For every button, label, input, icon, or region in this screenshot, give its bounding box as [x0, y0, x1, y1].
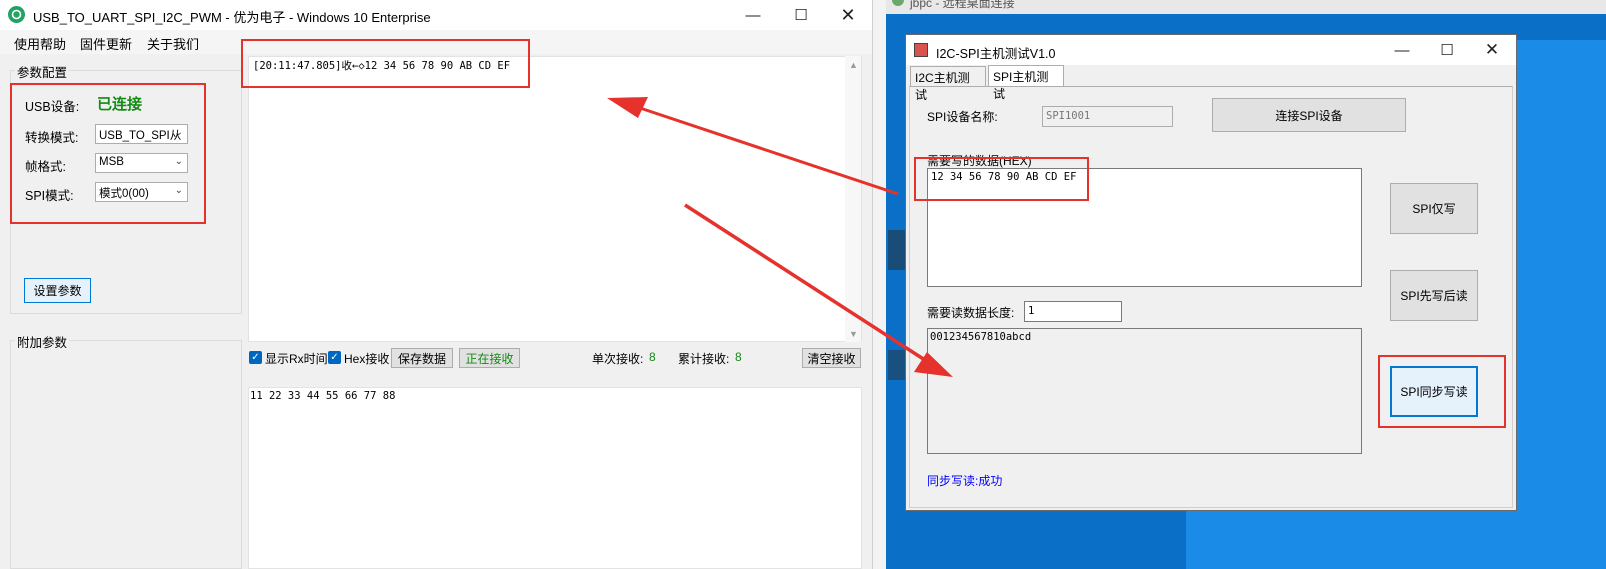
- tab-spi-host-test[interactable]: SPI主机测试: [988, 65, 1064, 101]
- read-data-textarea[interactable]: 001234567810abcd: [927, 328, 1362, 454]
- hex-receive-checkbox[interactable]: ✓: [328, 351, 341, 364]
- read-length-label: 需要读数据长度:: [927, 306, 1015, 320]
- save-data-button[interactable]: 保存数据: [391, 348, 453, 368]
- serial-tool-window: USB_TO_UART_SPI_I2C_PWM - 优为电子 - Windows…: [0, 0, 872, 569]
- title-bar[interactable]: USB_TO_UART_SPI_I2C_PWM - 优为电子 - Windows…: [0, 0, 872, 30]
- extra-params-group: [10, 340, 242, 569]
- window-title: USB_TO_UART_SPI_I2C_PWM - 优为电子 - Windows…: [33, 10, 431, 25]
- single-receive-value: 8: [649, 350, 656, 364]
- send-text: 11 22 33 44 55 66 77 88: [250, 390, 396, 402]
- spi-write-only-label: SPI仅写: [1412, 202, 1456, 216]
- clear-receive-label: 清空接收: [807, 351, 856, 366]
- single-receive-label: 单次接收:: [592, 352, 644, 366]
- receiving-label: 正在接收: [465, 351, 514, 366]
- hex-receive-label: Hex接收: [344, 352, 390, 366]
- receive-scrollbar[interactable]: [845, 56, 861, 342]
- connect-spi-label: 连接SPI设备: [1275, 108, 1343, 123]
- scroll-up-icon[interactable]: ▲: [849, 60, 858, 70]
- close-icon[interactable]: ✕: [1469, 35, 1515, 65]
- menu-about[interactable]: 关于我们: [147, 34, 199, 53]
- window-gap: [872, 0, 886, 569]
- spi-device-label: SPI设备名称:: [927, 110, 998, 124]
- receiving-button[interactable]: 正在接收: [459, 348, 520, 368]
- receive-highlight-box: [241, 39, 530, 88]
- spi-window-title: I2C-SPI主机测试V1.0: [936, 47, 1056, 61]
- total-receive-label: 累计接收:: [678, 352, 730, 366]
- set-params-label: 设置参数: [33, 284, 82, 298]
- spi-device-field: SPI1001: [1042, 106, 1173, 127]
- clear-receive-button[interactable]: 清空接收: [802, 348, 861, 368]
- maximize-icon[interactable]: ☐: [778, 0, 824, 30]
- params-highlight-box: [10, 83, 206, 224]
- show-rx-time-checkbox[interactable]: ✓: [249, 351, 262, 364]
- desktop-icon: [888, 350, 906, 380]
- read-length-value: 1: [1028, 305, 1035, 317]
- app-icon: [8, 6, 25, 23]
- receive-textarea[interactable]: [248, 56, 862, 342]
- params-group-label: 参数配置: [15, 62, 70, 81]
- status-text: 同步写读:成功: [927, 474, 1003, 488]
- connect-spi-button[interactable]: 连接SPI设备: [1212, 98, 1406, 132]
- extra-params-label: 附加参数: [15, 332, 70, 351]
- spi-window-title-bar[interactable]: I2C-SPI主机测试V1.0 — ☐ ✕: [906, 35, 1516, 65]
- minimize-icon[interactable]: —: [1379, 35, 1425, 65]
- spi-write-then-read-label: SPI先写后读: [1400, 289, 1468, 303]
- rdp-title: jbpc - 远程桌面连接: [910, 0, 1015, 10]
- send-textarea[interactable]: [248, 387, 862, 569]
- menu-help[interactable]: 使用帮助: [14, 34, 66, 53]
- spi-write-then-read-button[interactable]: SPI先写后读: [1390, 270, 1478, 321]
- total-receive-value: 8: [735, 350, 742, 364]
- spi-device-value: SPI1001: [1046, 110, 1091, 122]
- read-data-value: 001234567810abcd: [930, 331, 1032, 343]
- spi-app-icon: [914, 43, 928, 57]
- set-params-button[interactable]: 设置参数: [24, 278, 91, 303]
- tab-i2c-host-test[interactable]: I2C主机测试: [910, 66, 986, 102]
- rdp-title-bar[interactable]: jbpc - 远程桌面连接: [886, 0, 1606, 14]
- close-icon[interactable]: ✕: [825, 0, 871, 30]
- scroll-down-icon[interactable]: ▼: [849, 329, 858, 339]
- save-data-label: 保存数据: [397, 351, 446, 366]
- menu-firmware-update[interactable]: 固件更新: [80, 34, 132, 53]
- show-rx-time-label: 显示Rx时间: [265, 352, 328, 366]
- maximize-icon[interactable]: ☐: [1424, 35, 1470, 65]
- read-length-input[interactable]: 1: [1024, 301, 1122, 322]
- spi-write-only-button[interactable]: SPI仅写: [1390, 183, 1478, 234]
- write-data-highlight-box: [914, 157, 1089, 201]
- sync-rw-highlight-box: [1378, 355, 1506, 428]
- minimize-icon[interactable]: —: [730, 0, 776, 30]
- rdp-icon: [892, 0, 904, 6]
